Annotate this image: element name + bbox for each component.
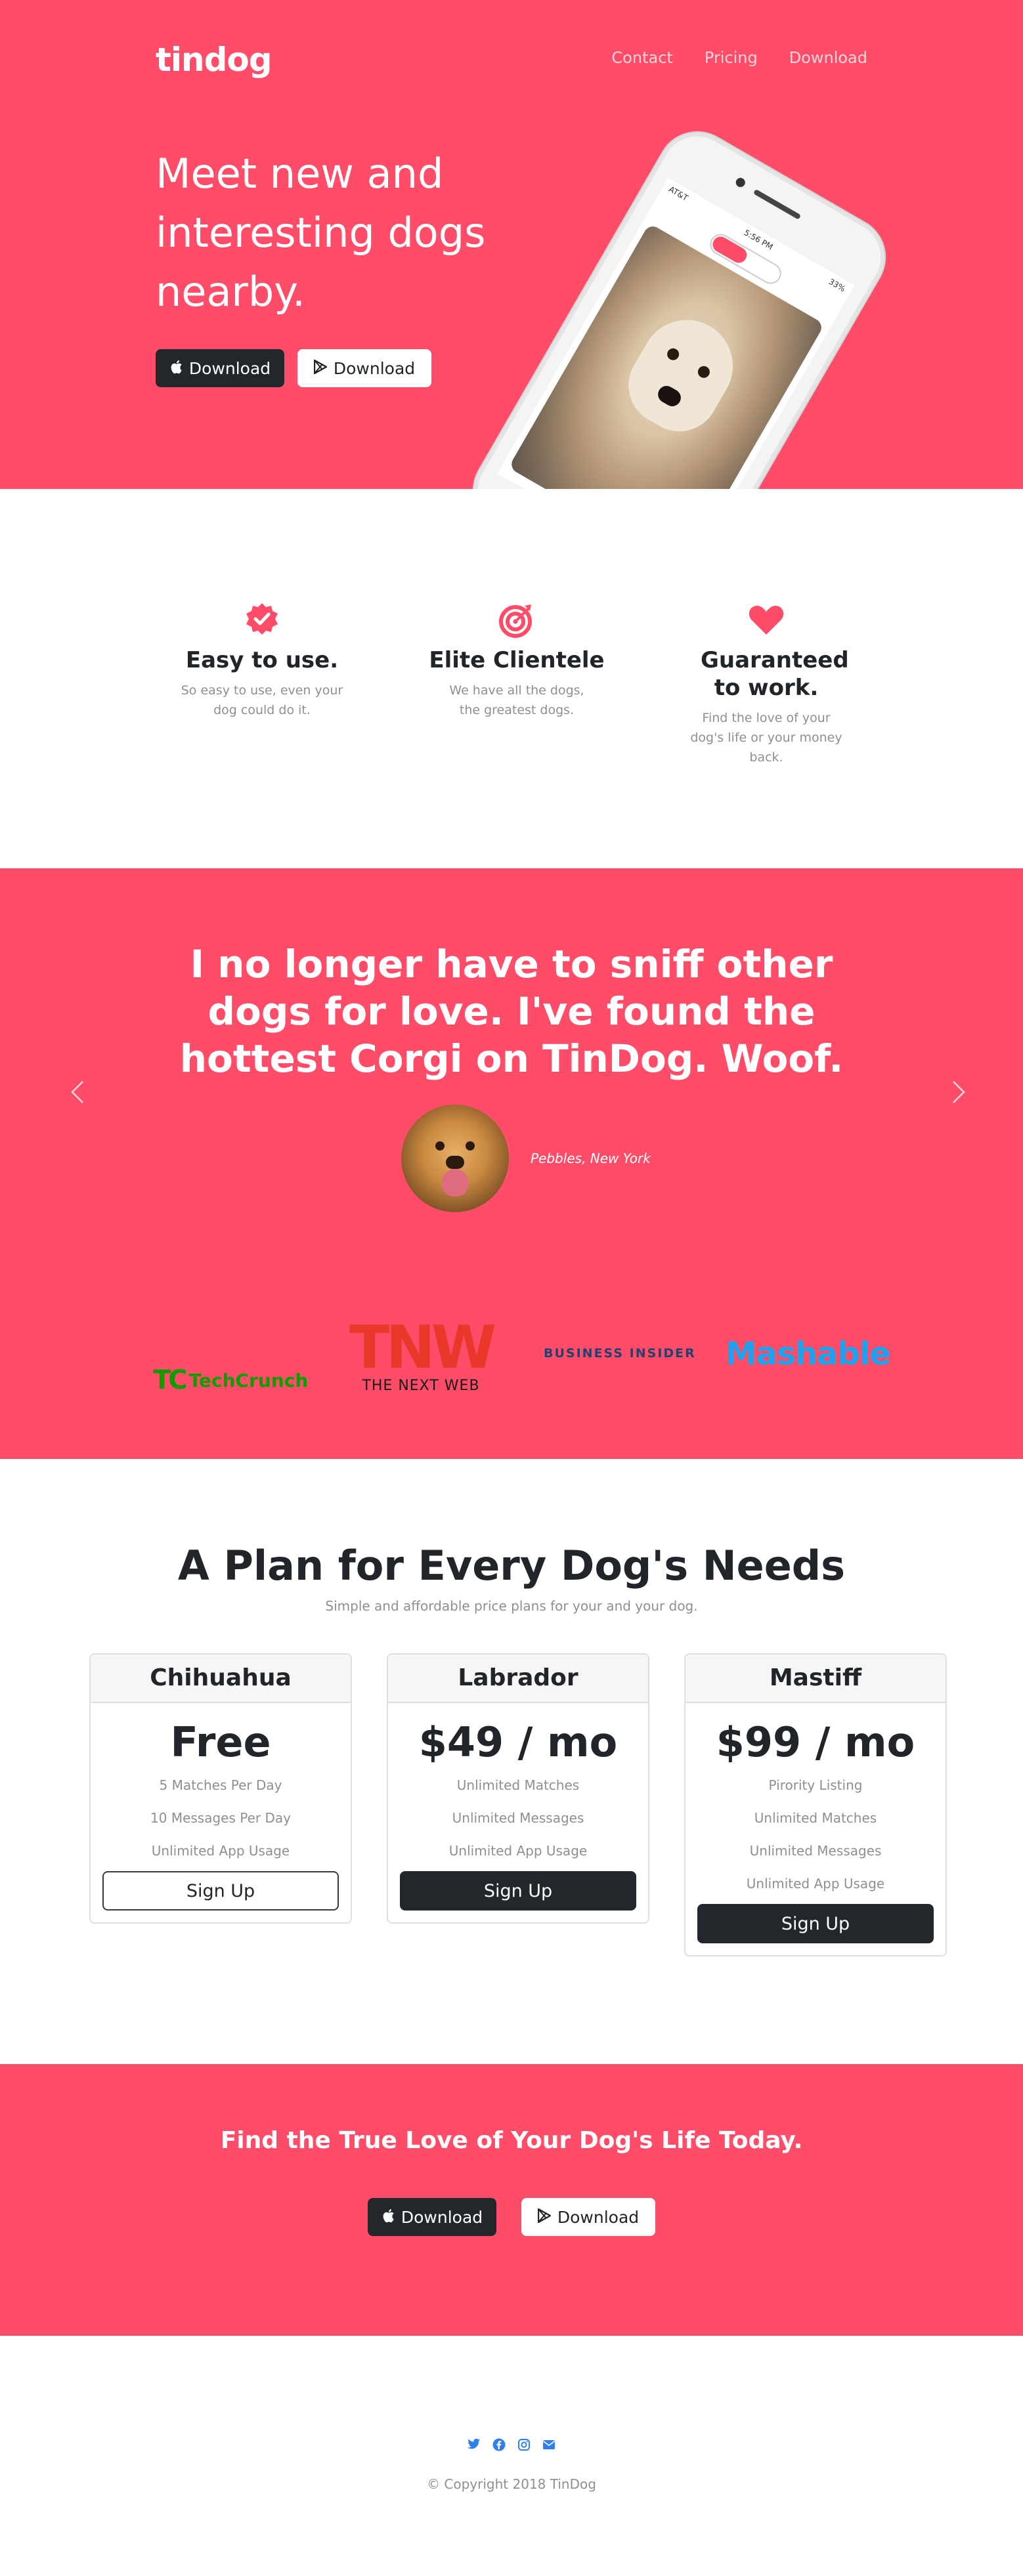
pricing-title: A Plan for Every Dog's Needs [177, 1542, 846, 1590]
plan-feature: Unlimited Matches [456, 1777, 580, 1793]
cta-title: Find the True Love of Your Dog's Life To… [220, 2127, 803, 2154]
mashable-logo: Mashable [726, 1336, 891, 1372]
plan-feature: Unlimited App Usage [746, 1876, 885, 1891]
twitter-icon[interactable] [467, 2438, 481, 2453]
envelope-icon[interactable] [542, 2438, 556, 2453]
testimonial-author: Pebbles, New York [531, 1151, 651, 1166]
hero-title: Meet new and interesting dogs nearby. [156, 150, 486, 316]
feature-title: Elite Clientele [429, 647, 605, 673]
plan-feature: Unlimited App Usage [151, 1843, 290, 1859]
business-insider-logo: BUSINESS INSIDER [544, 1346, 696, 1361]
plan-price: Free [170, 1718, 271, 1766]
nav-link-pricing[interactable]: Pricing [705, 49, 758, 67]
google-play-download-button[interactable]: Download [297, 349, 431, 387]
feature-title: Easy to use. [185, 647, 339, 673]
plan-body: Free 5 Matches Per Day 10 Messages Per D… [91, 1703, 351, 1922]
plan-price: $49 / mo [418, 1718, 618, 1766]
tnw-wordmark: THE NEXT WEB [362, 1378, 480, 1394]
nav-links: Contact Pricing Download [611, 49, 867, 67]
dog-eye-right [695, 364, 712, 381]
apple-icon [381, 2208, 395, 2226]
plan-feature: 5 Matches Per Day [159, 1777, 282, 1793]
social-links [0, 2438, 1023, 2453]
copyright-text: © Copyright 2018 TinDog [427, 2476, 596, 2492]
pricing-card-chihuahua: Chihuahua Free 5 Matches Per Day 10 Mess… [89, 1653, 352, 1924]
plan-body: $99 / mo Pirority Listing Unlimited Matc… [686, 1703, 946, 1955]
techcrunch-mark: TC [153, 1365, 188, 1395]
feature-title: Guaranteed to work. [701, 647, 849, 701]
google-play-icon [313, 359, 328, 377]
badge-check-icon [242, 601, 282, 640]
avatar [401, 1105, 509, 1212]
cta-download-buttons: Download Download [0, 2198, 1023, 2236]
footer: © Copyright 2018 TinDog [0, 2336, 1023, 2576]
sign-up-button-mastiff[interactable]: Sign Up [697, 1904, 934, 1943]
plan-price: $99 / mo [716, 1718, 915, 1766]
pricing-card-mastiff: Mastiff $99 / mo Pirority Listing Unlimi… [684, 1653, 947, 1956]
navbar: tindog Contact Pricing Download [156, 41, 867, 80]
google-play-download-label: Download [333, 358, 416, 378]
feature-easy-to-use: Easy to use. So easy to use, even your d… [163, 601, 360, 720]
dog-face [614, 303, 750, 446]
plan-body: $49 / mo Unlimited Matches Unlimited Mes… [388, 1703, 648, 1922]
feature-text: Find the love of your dog's life or your… [690, 711, 842, 765]
cta-section: Find the True Love of Your Dog's Life To… [0, 2064, 1023, 2336]
iphone-mockup: AT&T 5:56 PM 33% [460, 118, 900, 489]
apple-download-button[interactable]: Download [156, 349, 284, 387]
techcrunch-wordmark: TechCrunch [188, 1369, 309, 1391]
google-play-download-label: Download [557, 2207, 640, 2227]
plan-name: Mastiff [686, 1655, 946, 1703]
carousel-prev-chevron-icon[interactable] [64, 1077, 91, 1116]
avatar-eye-right [466, 1141, 475, 1151]
plan-feature: Unlimited Messages [452, 1810, 584, 1826]
plan-name: Chihuahua [91, 1655, 351, 1703]
avatar-tongue [442, 1169, 468, 1196]
apple-download-label: Download [188, 358, 271, 378]
facebook-icon[interactable] [492, 2438, 506, 2453]
avatar-nose [446, 1156, 464, 1169]
sign-up-button-chihuahua[interactable]: Sign Up [102, 1871, 339, 1911]
dog-eye-left [664, 346, 682, 363]
brand-logo[interactable]: tindog [156, 41, 272, 79]
heart-icon [747, 601, 786, 640]
apple-icon [169, 359, 183, 377]
sign-up-button-labrador[interactable]: Sign Up [400, 1871, 636, 1911]
nav-link-contact[interactable]: Contact [611, 49, 672, 67]
plan-name: Labrador [388, 1655, 648, 1703]
plan-feature: 10 Messages Per Day [150, 1810, 291, 1826]
phone-battery: 33% [827, 276, 847, 294]
plan-feature: Pirority Listing [768, 1777, 863, 1793]
apple-download-label: Download [401, 2207, 483, 2227]
apple-download-button[interactable]: Download [368, 2198, 496, 2236]
feature-guaranteed: Guaranteed to work. Find the love of you… [668, 601, 865, 767]
techcrunch-logo: TC TechCrunch [153, 1341, 308, 1420]
avatar-eye-left [435, 1141, 445, 1151]
pricing-card-labrador: Labrador $49 / mo Unlimited Matches Unli… [387, 1653, 649, 1924]
features-section: Easy to use. So easy to use, even your d… [0, 489, 1023, 868]
feature-text: So easy to use, even your dog could do i… [181, 683, 343, 717]
tnw-mark: TNW [349, 1313, 496, 1382]
feature-elite-clientele: Elite Clientele We have all the dogs, th… [418, 601, 615, 720]
pricing-subtitle: Simple and affordable price plans for yo… [325, 1598, 698, 1614]
google-play-download-button[interactable]: Download [521, 2198, 655, 2236]
plan-feature: Unlimited App Usage [448, 1843, 588, 1859]
nav-link-download[interactable]: Download [789, 49, 867, 67]
instagram-icon[interactable] [517, 2438, 531, 2453]
feature-text: We have all the dogs, the greatest dogs. [449, 683, 584, 717]
hero-download-buttons: Download Download [156, 349, 431, 387]
plan-feature: Unlimited Matches [754, 1810, 877, 1826]
bullseye-icon [497, 601, 536, 640]
testimonial-quote: I no longer have to sniff other dogs for… [179, 942, 844, 1081]
dog-nose [655, 383, 684, 410]
tnw-logo: TNW THE NEXT WEB [344, 1319, 498, 1397]
plan-feature: Unlimited Messages [749, 1843, 882, 1859]
hero-section: tindog Contact Pricing Download Meet new… [0, 0, 1023, 489]
pricing-section: A Plan for Every Dog's Needs Simple and … [0, 1459, 1023, 2064]
testimonials-section: I no longer have to sniff other dogs for… [0, 868, 1023, 1459]
google-play-icon [537, 2208, 552, 2226]
carousel-next-chevron-icon[interactable] [946, 1077, 972, 1116]
